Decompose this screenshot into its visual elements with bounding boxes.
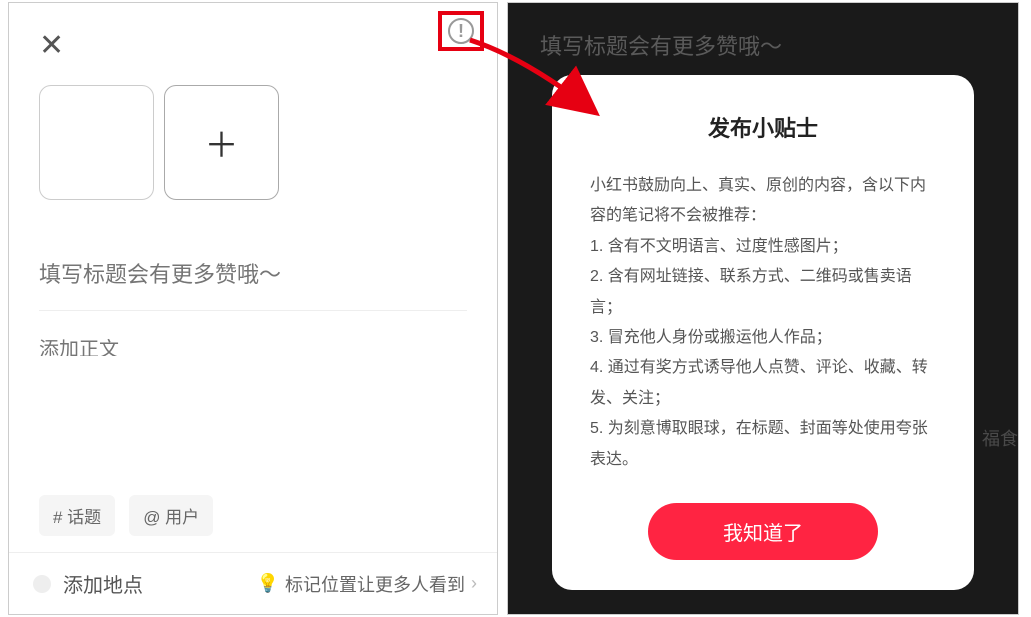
title-input[interactable] (39, 262, 467, 288)
location-hint-text: 标记位置让更多人看到 (285, 571, 465, 597)
tips-modal: 发布小贴士 小红书鼓励向上、真实、原创的内容，含以下内容的笔记将不会被推荐： 1… (552, 75, 974, 590)
location-icon (33, 575, 51, 593)
modal-title: 发布小贴士 (590, 111, 936, 143)
tips-icon-highlight: ! (438, 11, 484, 51)
modal-rule: 5. 为刻意博取眼球，在标题、封面等处使用夸张表达。 (590, 414, 936, 475)
info-icon[interactable]: ! (448, 18, 474, 44)
image-thumbnail[interactable] (39, 85, 154, 200)
divider (39, 310, 467, 311)
bg-title-text: 填写标题会有更多赞哦～ (508, 3, 1018, 61)
modal-rule: 4. 通过有奖方式诱导他人点赞、评论、收藏、转发、关注； (590, 353, 936, 414)
image-upload-row: ＋ (9, 61, 497, 200)
add-location-button[interactable]: 添加地点 (33, 569, 143, 598)
add-image-button[interactable]: ＋ (164, 85, 279, 200)
topic-chip[interactable]: # 话题 (39, 495, 115, 536)
location-label: 添加地点 (63, 569, 143, 598)
lightbulb-icon: 💡 (257, 573, 279, 594)
modal-body: 小红书鼓励向上、真实、原创的内容，含以下内容的笔记将不会被推荐： 1. 含有不文… (590, 171, 936, 475)
modal-rule: 3. 冒充他人身份或搬运他人作品； (590, 323, 936, 353)
plus-icon: ＋ (205, 118, 239, 167)
location-row: 添加地点 💡 标记位置让更多人看到 › (9, 552, 497, 614)
content-input[interactable] (39, 333, 467, 356)
bg-side-text: 福食 (982, 425, 1018, 451)
mention-chip[interactable]: @ 用户 (129, 495, 213, 536)
top-bar: ✕ ! (9, 3, 497, 61)
location-hint[interactable]: 💡 标记位置让更多人看到 › (257, 571, 477, 597)
modal-rule: 2. 含有网址链接、联系方式、二维码或售卖语言； (590, 262, 936, 323)
tag-chip-row: # 话题 @ 用户 (39, 495, 213, 536)
close-icon[interactable]: ✕ (39, 31, 64, 61)
modal-intro: 小红书鼓励向上、真实、原创的内容，含以下内容的笔记将不会被推荐： (590, 171, 936, 232)
compose-panel: ✕ ! ＋ # 话题 @ 用户 添加地点 💡 标记位置让更多人看到 › (8, 2, 498, 615)
modal-rule: 1. 含有不文明语言、过度性感图片； (590, 232, 936, 262)
tips-panel: 填写标题会有更多赞哦～ 发布小贴士 小红书鼓励向上、真实、原创的内容，含以下内容… (507, 2, 1019, 615)
confirm-button[interactable]: 我知道了 (648, 503, 878, 560)
chevron-right-icon: › (471, 573, 477, 594)
